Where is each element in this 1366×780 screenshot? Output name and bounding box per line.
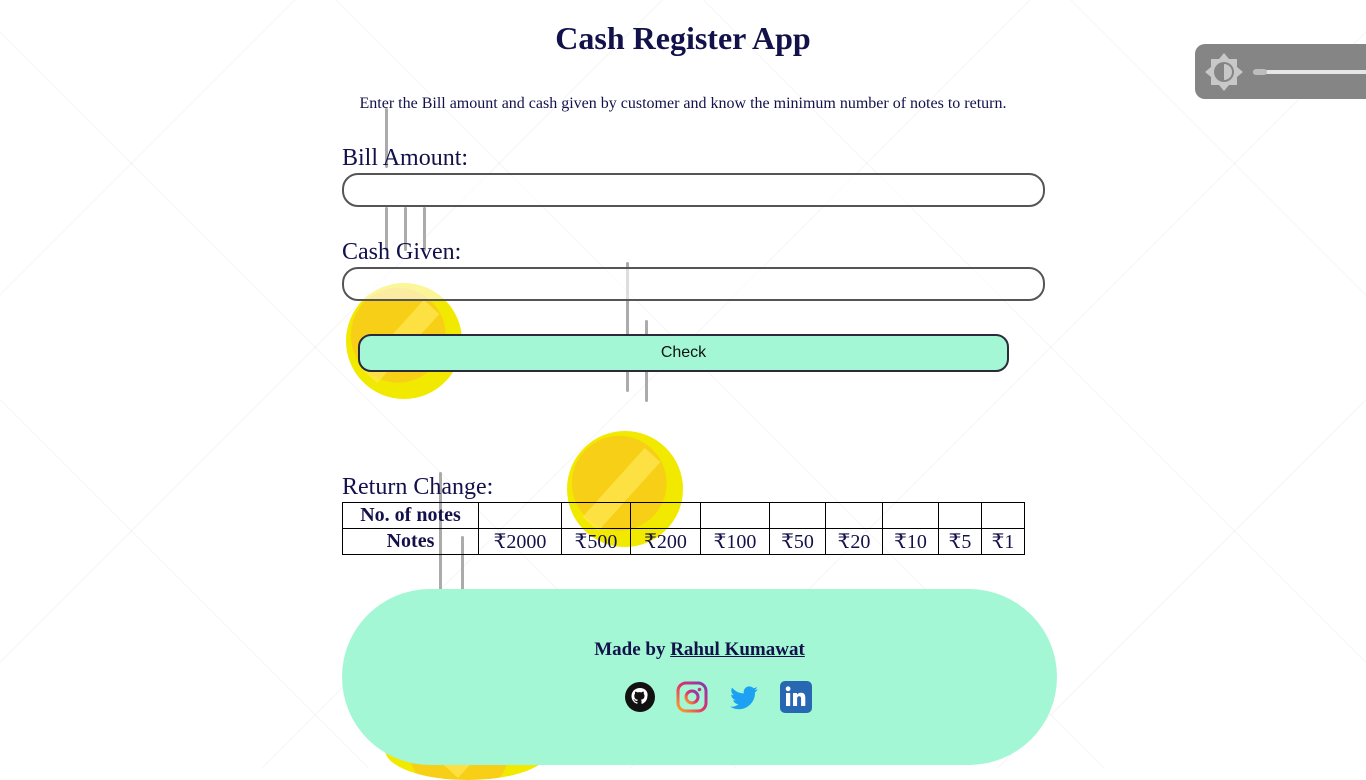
note-value-cell: ₹200	[630, 528, 701, 555]
github-icon[interactable]	[624, 681, 656, 713]
note-value-cell: ₹100	[700, 528, 770, 555]
made-by-prefix: Made by	[594, 639, 666, 660]
bill-amount-label: Bill Amount:	[342, 145, 469, 171]
bill-amount-input[interactable]	[342, 173, 1045, 207]
note-count-cell	[981, 502, 1025, 529]
twitter-icon[interactable]	[728, 681, 760, 713]
page-title: Cash Register App	[555, 20, 811, 56]
note-value-cell: ₹10	[882, 528, 939, 555]
made-by-text: Made by Rahul Kumawat	[342, 639, 1057, 661]
return-change-table: No. of notes Notes ₹2000 ₹500 ₹200 ₹100 …	[342, 502, 1025, 555]
page-subtitle: Enter the Bill amount and cash given by …	[359, 95, 1007, 112]
cash-given-label: Cash Given:	[342, 239, 462, 265]
instagram-icon[interactable]	[676, 681, 708, 713]
table-row: No. of notes	[342, 502, 1025, 529]
social-links	[624, 681, 812, 713]
note-value-cell: ₹500	[561, 528, 631, 555]
note-value-cell: ₹1	[981, 528, 1025, 555]
author-link[interactable]: Rahul Kumawat	[670, 639, 805, 660]
note-count-cell	[700, 502, 770, 529]
note-count-cell	[630, 502, 701, 529]
note-count-cell	[769, 502, 826, 529]
note-count-cell	[938, 502, 982, 529]
brightness-icon	[1203, 51, 1245, 98]
brightness-control[interactable]	[1195, 44, 1366, 99]
check-button[interactable]: Check	[358, 334, 1009, 372]
return-change-label: Return Change:	[342, 474, 494, 500]
brightness-slider-track[interactable]	[1253, 70, 1366, 74]
footer: Made by Rahul Kumawat	[342, 589, 1057, 765]
note-value-cell: ₹20	[825, 528, 883, 555]
note-count-cell	[882, 502, 939, 529]
note-value-cell: ₹50	[769, 528, 826, 555]
note-count-cell	[825, 502, 883, 529]
note-value-cell: ₹2000	[478, 528, 562, 555]
linkedin-icon[interactable]	[780, 681, 812, 713]
table-row: Notes ₹2000 ₹500 ₹200 ₹100 ₹50 ₹20 ₹10 ₹…	[342, 528, 1025, 555]
note-count-cell	[561, 502, 631, 529]
cash-given-input[interactable]	[342, 267, 1045, 301]
note-count-cell	[478, 502, 562, 529]
row-header-count: No. of notes	[342, 502, 479, 529]
row-header-notes: Notes	[342, 528, 479, 555]
brightness-slider-handle[interactable]	[1253, 69, 1267, 75]
note-value-cell: ₹5	[938, 528, 982, 555]
